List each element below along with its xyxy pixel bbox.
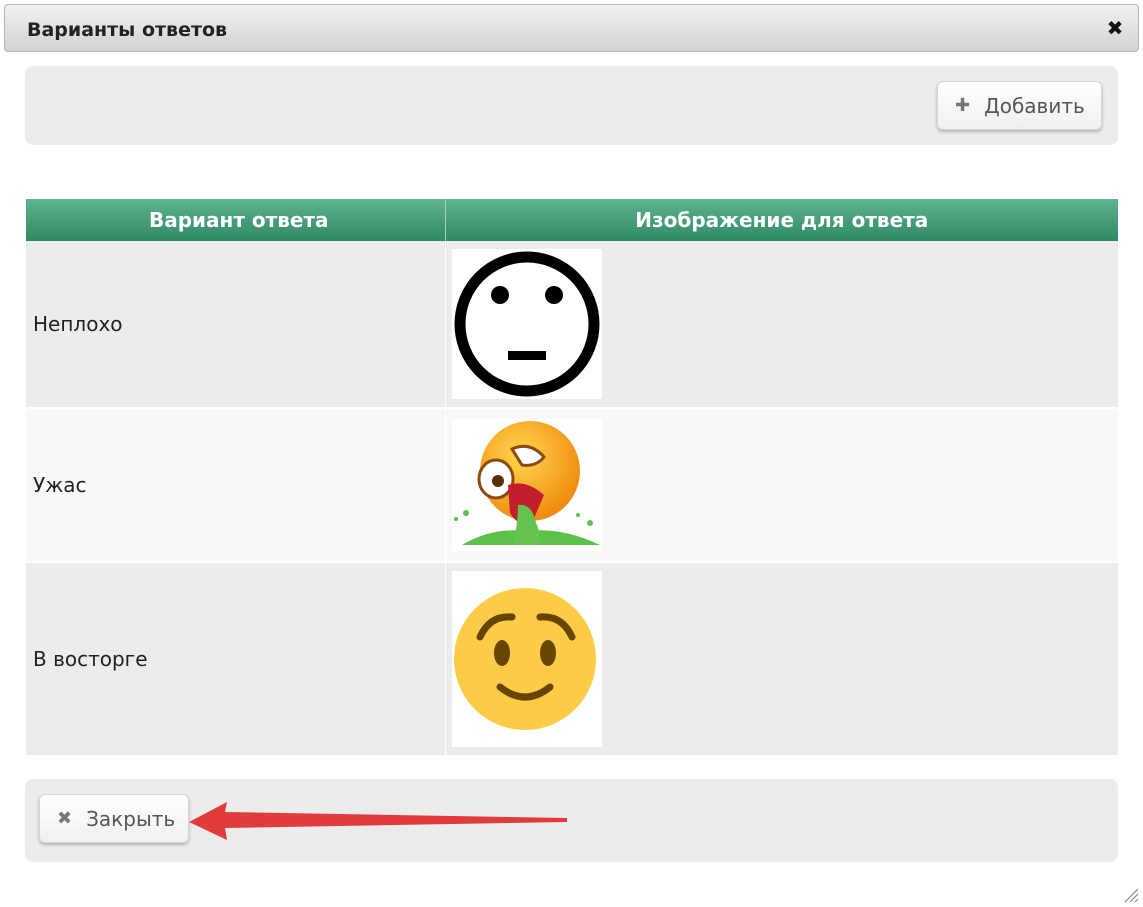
answers-table: Вариант ответа Изображение для ответа Не… [26,199,1118,755]
add-button-label: Добавить [984,93,1085,118]
toolbar-panel: ✚ Добавить [25,66,1118,145]
close-icon[interactable]: ✖ [1104,16,1126,40]
resize-grip-icon[interactable] [1123,887,1139,903]
neutral-face-outline-icon [451,249,602,399]
image-cell [445,241,1118,408]
table-row[interactable]: Неплохо [26,241,1118,408]
answer-cell: Ужас [26,407,446,562]
table-row[interactable]: Ужас [26,407,1118,562]
image-cell [445,407,1118,562]
vomiting-face-emoji-icon [451,419,602,551]
plus-icon: ✚ [955,95,971,116]
column-header-image[interactable]: Изображение для ответа [445,199,1118,241]
add-button[interactable]: ✚ Добавить [937,81,1102,130]
image-cell [445,561,1118,755]
dialog-title: Варианты ответов [27,19,228,41]
column-header-answer[interactable]: Вариант ответа [26,199,446,241]
answer-cell: Неплохо [26,241,446,408]
table-header-row: Вариант ответа Изображение для ответа [26,199,1118,241]
close-button-label: Закрыть [86,806,176,831]
answers-dialog: Варианты ответов ✖ ✚ Добавить Вариант от… [0,0,1143,907]
dialog-titlebar[interactable]: Варианты ответов ✖ [4,4,1139,52]
relieved-face-emoji-icon [451,571,602,747]
table-row[interactable]: В восторге [26,561,1118,755]
close-button[interactable]: ✖ Закрыть [39,794,189,843]
x-icon: ✖ [57,808,73,829]
arrow-annotation-icon [189,802,567,840]
answer-cell: В восторге [26,561,446,755]
